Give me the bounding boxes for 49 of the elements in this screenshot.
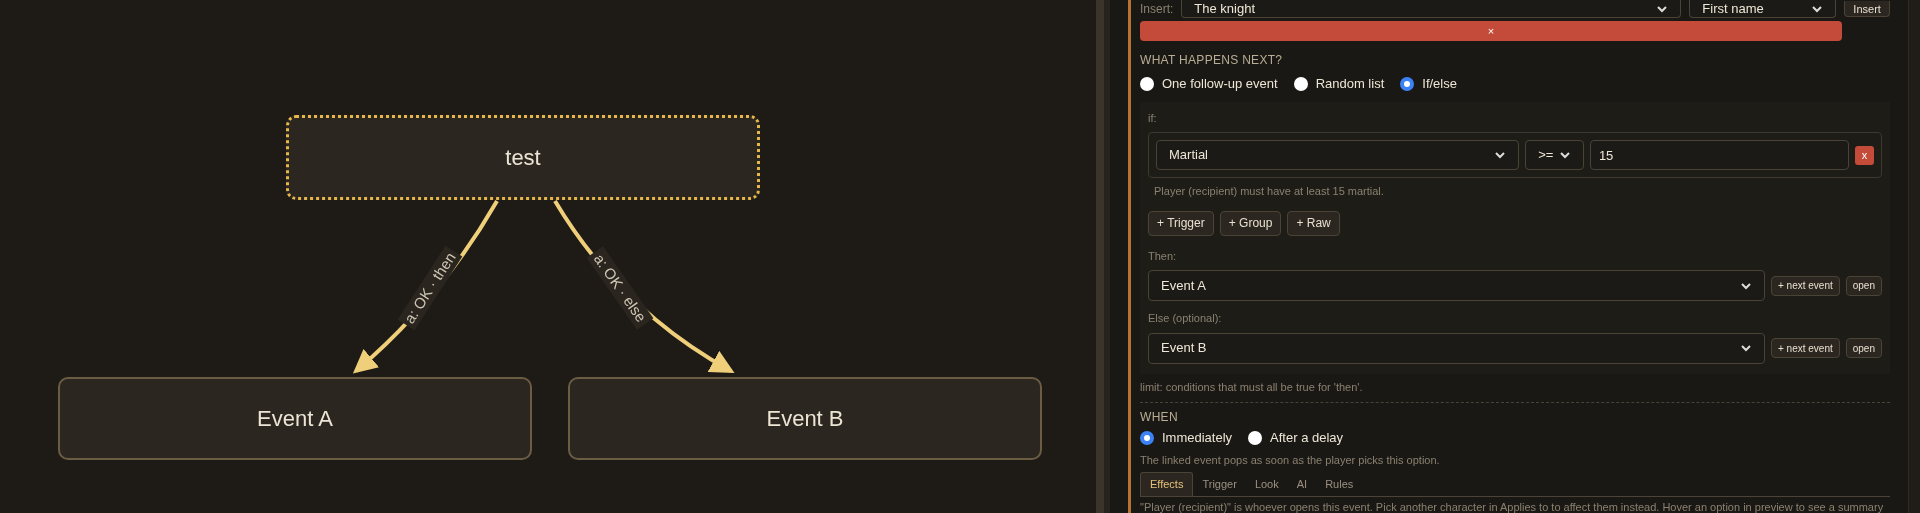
- info-text: "Player (recipient)" is whoever opens this event. Pick another character in Applies to to affect them instead. Hover an option in preview to see a summary: [1140, 501, 1885, 513]
- next-event-button[interactable]: + next event: [1771, 275, 1840, 296]
- hint-text: The linked event pops as soon as the player picks this option.: [1140, 452, 1441, 468]
- remove-condition-button[interactable]: x: [1855, 145, 1874, 165]
- radio-button[interactable]: [1140, 76, 1154, 91]
- event-select[interactable]: Event B: [1148, 332, 1765, 364]
- radio-button[interactable]: [1293, 76, 1308, 91]
- value-field[interactable]: 15: [1589, 140, 1850, 170]
- chevron-down-icon: [1558, 149, 1571, 161]
- attribute-select[interactable]: Martial: [1156, 140, 1520, 170]
- field-label: Then:: [1148, 248, 1178, 264]
- add-button[interactable]: + Trigger: [1148, 210, 1214, 236]
- radio-label[interactable]: One follow-up event: [1162, 74, 1278, 94]
- radio-button[interactable]: [1248, 430, 1263, 445]
- tab[interactable]: Effects: [1140, 472, 1194, 496]
- operator-select[interactable]: >=: [1525, 140, 1584, 170]
- hint-text: Player (recipient) must have at least 15 martial.: [1154, 184, 1385, 199]
- character-select[interactable]: The knight: [1181, 0, 1682, 18]
- section-heading: WHEN: [1140, 409, 1179, 426]
- chevron-down-icon: [1740, 342, 1752, 354]
- add-button[interactable]: + Raw: [1287, 210, 1340, 236]
- next-event-button[interactable]: + next event: [1771, 338, 1840, 358]
- field-label: Else (optional):: [1148, 311, 1223, 326]
- section-heading: WHAT HAPPENS NEXT?: [1140, 52, 1284, 69]
- insert-button[interactable]: Insert: [1844, 1, 1890, 17]
- open-button[interactable]: open: [1845, 338, 1882, 358]
- radio-label[interactable]: If/else: [1422, 74, 1457, 94]
- field-label: if:: [1148, 110, 1158, 126]
- radio-button[interactable]: [1140, 430, 1154, 445]
- event-node[interactable]: test: [286, 115, 760, 200]
- field-label: Insert:: [1140, 1, 1174, 18]
- tab[interactable]: Trigger: [1193, 472, 1246, 496]
- radio-label[interactable]: Random list: [1315, 74, 1385, 94]
- add-button[interactable]: + Group: [1219, 210, 1282, 236]
- field-select[interactable]: First name: [1689, 0, 1837, 18]
- chevron-down-icon: [1494, 149, 1507, 161]
- hint-text: limit: conditions that must all be true for 'then'.: [1140, 379, 1364, 395]
- event-node[interactable]: Event B: [568, 377, 1042, 460]
- radio-label[interactable]: Immediately: [1162, 428, 1233, 448]
- radio-label[interactable]: After a delay: [1270, 428, 1344, 448]
- event-node[interactable]: Event A: [58, 377, 532, 460]
- radio-button[interactable]: [1400, 76, 1415, 91]
- tab[interactable]: Rules: [1316, 472, 1363, 496]
- remove-button[interactable]: ×: [1140, 21, 1842, 41]
- event-select[interactable]: Event A: [1148, 270, 1765, 301]
- tab[interactable]: AI: [1287, 472, 1317, 496]
- edge-label: a: OK · else: [590, 250, 651, 326]
- open-button[interactable]: open: [1845, 275, 1882, 296]
- tab[interactable]: Look: [1245, 472, 1288, 496]
